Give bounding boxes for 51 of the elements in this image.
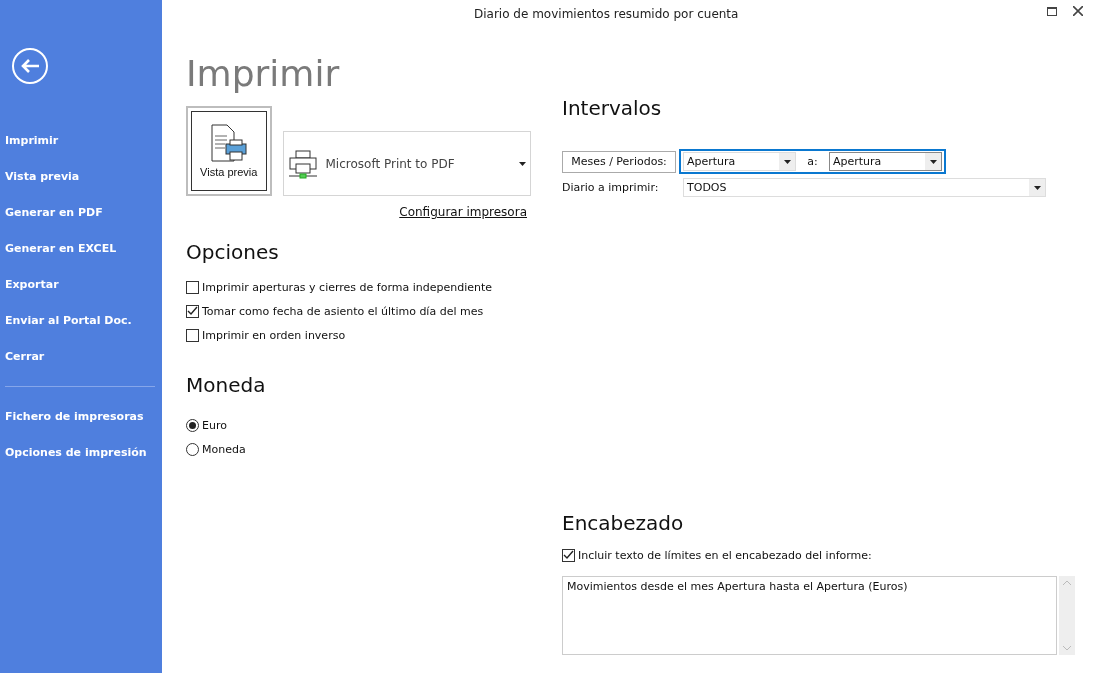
journal-label: Diario a imprimir: [562,181,660,194]
radio-label: Moneda [202,442,246,456]
checkbox[interactable] [562,548,575,562]
maximize-icon [1047,6,1057,16]
section-title: Intervalos [562,95,663,121]
radio-label: Euro [202,418,227,432]
caret-icon [519,161,526,166]
checkbox-label: Imprimir en orden inverso [202,328,346,342]
section-title: Moneda [186,372,267,398]
sidebar-item[interactable]: Exportar [0,266,64,302]
checkbox[interactable] [186,328,199,342]
checkbox-label: Incluir texto de límites en el encabezado del informe: [578,548,872,562]
printer-icon [287,148,318,179]
configure-printer-link[interactable]: Configurar impresora [399,205,527,219]
page-title: Imprimir [186,52,341,96]
to-dropdown[interactable]: Apertura [829,152,942,171]
checkbox-label: Tomar como fecha de asiento el último día del mes [202,304,484,318]
sidebar-item[interactable]: Cerrar [0,338,50,374]
sidebar-item[interactable]: Imprimir [0,122,64,158]
journal-dropdown[interactable]: TODOS [683,178,1046,197]
sidebar-item[interactable]: Vista previa [0,158,85,194]
checkbox[interactable] [186,304,199,318]
caret-icon [783,159,791,164]
back-button[interactable] [12,48,48,84]
close-icon [1073,6,1083,16]
check-icon [187,306,198,316]
sidebar-item[interactable]: Generar en EXCEL [0,230,122,266]
scrollbar[interactable] [1059,576,1075,655]
sidebar-item[interactable]: Fichero de impresoras [0,398,149,434]
to-label: a: [806,155,819,168]
periods-button[interactable]: Meses / Periodos: [562,150,676,173]
window-title: Diario de movimientos resumido por cuenta [474,7,739,21]
document-printer-icon [209,124,248,164]
checkbox[interactable] [186,280,199,294]
preview-button[interactable]: Vista previa [186,106,272,196]
sidebar-item[interactable]: Opciones de impresión [0,434,152,470]
caret-icon [929,159,937,164]
sidebar-item[interactable]: Enviar al Portal Doc. [0,302,137,338]
back-arrow-icon [20,58,40,74]
scroll-down-icon [1063,646,1071,651]
scroll-up-icon [1063,580,1071,585]
header-text-field[interactable]: Movimientos desde el mes Apertura hasta el Apertura (Euros) [562,576,1057,655]
caret-icon [1033,185,1041,190]
section-title: Opciones [186,239,280,265]
checkbox-label: Imprimir aperturas y cierres de forma independiente [202,280,493,294]
sidebar-item[interactable]: Generar en PDF [0,194,108,230]
check-icon [563,550,574,560]
printer-dropdown[interactable]: Microsoft Print to PDF [282,131,531,196]
close-button[interactable] [1071,4,1085,18]
from-dropdown[interactable]: Apertura [683,152,796,171]
section-title: Encabezado [562,510,685,536]
